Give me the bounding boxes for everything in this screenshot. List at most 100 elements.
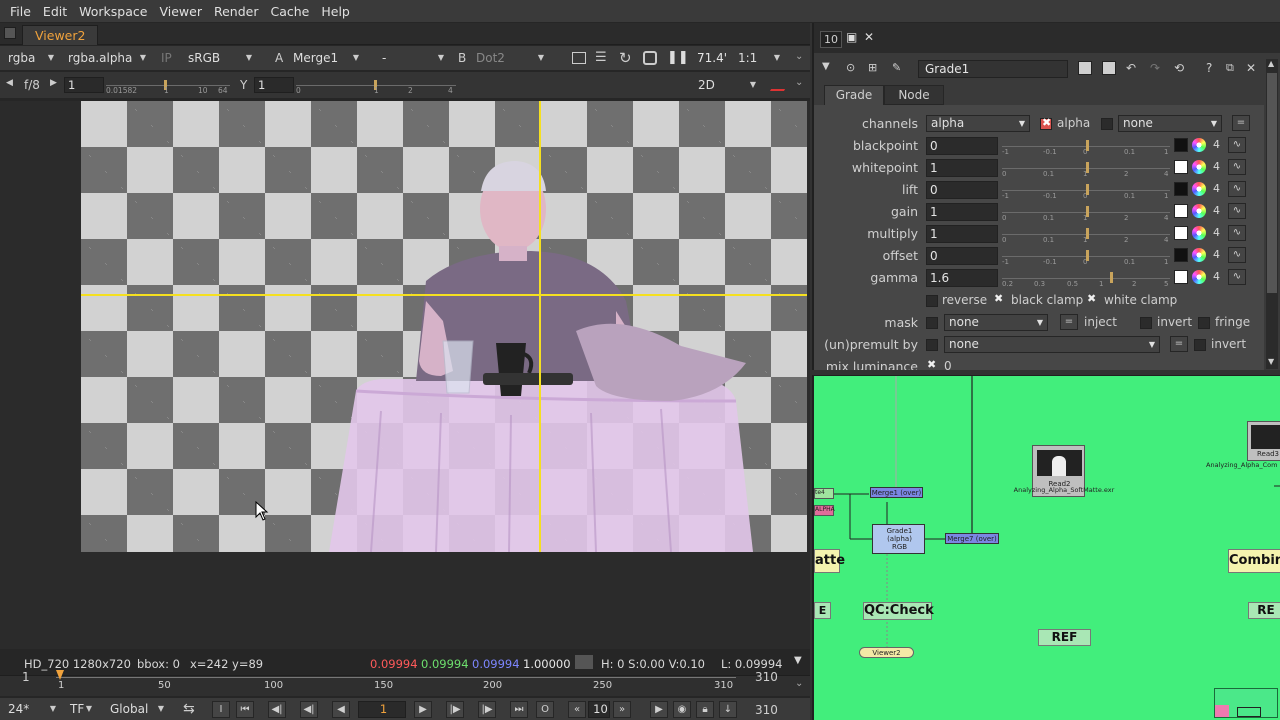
tab-grade[interactable]: Grade	[824, 85, 884, 105]
chevron-down-icon[interactable]: ⌄	[795, 678, 803, 689]
white-clamp-checkbox[interactable]	[1086, 292, 1098, 307]
flipbook-icon[interactable]: ▶	[650, 701, 668, 718]
whitepoint-color-wheel-icon[interactable]	[1192, 160, 1206, 174]
gain-color-wheel-icon[interactable]	[1192, 204, 1206, 218]
blackpoint-color-wheel-icon[interactable]	[1192, 138, 1206, 152]
grade1-node[interactable]: Grade1 (alpha) RGB	[872, 524, 925, 554]
prev-keyframe-icon[interactable]: ◀|	[268, 701, 286, 718]
viewer-canvas[interactable]	[0, 101, 810, 649]
offset-slider-knob[interactable]	[1086, 250, 1089, 261]
scroll-thumb[interactable]	[1267, 73, 1277, 293]
lift-color-wheel-icon[interactable]	[1192, 182, 1206, 196]
camera-icon[interactable]: ◉	[673, 701, 691, 718]
scroll-down-icon[interactable]: ▼	[1268, 357, 1274, 366]
roi-icon[interactable]	[572, 52, 586, 64]
gamma-channel-count[interactable]: 4	[1210, 270, 1223, 284]
menu-cache[interactable]: Cache	[264, 4, 315, 19]
black-clamp-checkbox[interactable]	[993, 292, 1005, 307]
info-dropdown-icon[interactable]: ▼	[794, 655, 802, 666]
b-input-dropdown[interactable]: Dot2 ▼	[470, 49, 548, 67]
center-node-icon[interactable]: ⊙	[846, 61, 855, 74]
skip-forward-icon[interactable]: »	[613, 701, 631, 718]
menu-help[interactable]: Help	[315, 4, 356, 19]
skip-back-icon[interactable]: «	[568, 701, 586, 718]
offset-curve-icon[interactable]: ∿	[1228, 247, 1246, 263]
ratio-dropdown[interactable]: 1:1 ▼	[732, 49, 784, 67]
help-icon[interactable]: ?	[1206, 61, 1212, 75]
multiply-field[interactable]: 1	[926, 225, 998, 243]
blackpoint-slider-knob[interactable]	[1086, 140, 1089, 151]
last-frame-icon[interactable]: ⏭	[510, 701, 528, 718]
menu-workspace[interactable]: Workspace	[73, 4, 153, 19]
gamma-color-wheel-icon[interactable]	[1192, 270, 1206, 284]
step-back-icon[interactable]: ◀|	[300, 701, 318, 718]
cache-icon[interactable]: ↓	[719, 701, 737, 718]
extra-channel-checkbox[interactable]	[1101, 118, 1113, 130]
whitepoint-curve-icon[interactable]: ∿	[1228, 159, 1246, 175]
whitepoint-slider[interactable]: 0 0.1 1 2 4	[1002, 159, 1170, 178]
clear-panels-icon[interactable]: ✕	[864, 30, 874, 44]
fringe-checkbox[interactable]	[1198, 317, 1210, 329]
offset-color-wheel-icon[interactable]	[1192, 248, 1206, 262]
gain-slider[interactable]: 0 0.1 1 2 4	[1002, 203, 1170, 222]
pause-icon[interactable]: ❚❚	[667, 50, 689, 65]
max-panels-field[interactable]: 10	[820, 31, 842, 48]
refresh-icon[interactable]: ↻	[619, 49, 632, 67]
whitepoint-channel-count[interactable]: 4	[1210, 160, 1223, 174]
multiply-slider[interactable]: 0 0.1 1 2 4	[1002, 225, 1170, 244]
view-mode-dropdown[interactable]: 2D ▼	[692, 76, 760, 94]
alpha-tag-node[interactable]: ALPHA	[814, 505, 835, 516]
gamma-field[interactable]: 1.6	[926, 269, 998, 287]
close-icon[interactable]: ✕	[1246, 61, 1256, 75]
mask-checkbox[interactable]	[926, 317, 938, 329]
step-forward-icon[interactable]: |▶	[446, 701, 464, 718]
equals-button[interactable]: =	[1232, 115, 1250, 131]
lift-slider-knob[interactable]	[1086, 184, 1089, 195]
fstop-label[interactable]: f/8	[24, 78, 40, 92]
gamma-color-swatch[interactable]	[1174, 270, 1188, 284]
colorspace-dropdown[interactable]: sRGB ▼	[182, 49, 256, 67]
unpremult-checkbox[interactable]	[926, 339, 938, 351]
gain-color-swatch[interactable]	[1174, 204, 1188, 218]
chevron-down-icon[interactable]: ⌄	[795, 51, 803, 62]
step-increment-field[interactable]: 10	[588, 701, 610, 718]
node-color-icon[interactable]	[1078, 61, 1092, 75]
fstop-left-arrow-icon[interactable]: ◀	[6, 78, 13, 88]
read3-node[interactable]: Read3	[1247, 421, 1280, 461]
timeline-ruler[interactable]: 1 50 100 150 200 250 310	[56, 670, 736, 691]
ref-left-node[interactable]: E	[814, 602, 831, 619]
gain-slider[interactable]: 0.01582 1 10 64	[106, 77, 230, 95]
zoom-value[interactable]: 71.4'	[697, 51, 727, 65]
loop-icon[interactable]: ⇆	[183, 701, 195, 717]
blackpoint-color-swatch[interactable]	[1174, 138, 1188, 152]
extra-channel-select[interactable]: none ▼	[1118, 115, 1222, 132]
ip-button[interactable]: IP	[161, 51, 172, 65]
whitepoint-slider-knob[interactable]	[1086, 162, 1089, 173]
revert-icon[interactable]: ⟲	[1174, 61, 1184, 75]
ref-node[interactable]: REF	[1038, 629, 1091, 646]
invert2-checkbox[interactable]	[1194, 339, 1206, 351]
offset-channel-count[interactable]: 4	[1210, 248, 1223, 262]
in-point-button[interactable]: I	[212, 701, 230, 718]
channels-select[interactable]: alpha ▼	[926, 115, 1030, 132]
gain-field[interactable]: 1	[64, 77, 104, 93]
timeline[interactable]: 1 1 50 100 150 200 250 310 310 ⌄	[0, 670, 810, 696]
blackpoint-slider[interactable]: -1 -0.1 0 0.1 1	[1002, 137, 1170, 156]
wrench-icon[interactable]: ✎	[892, 61, 901, 74]
mask-equals-button[interactable]: =	[1060, 314, 1078, 330]
scroll-up-icon[interactable]: ▲	[1268, 59, 1274, 68]
multiply-slider-knob[interactable]	[1086, 228, 1089, 239]
merge7-node[interactable]: Merge7 (over)	[945, 533, 999, 544]
gamma-slider[interactable]: 0 1 2 4	[296, 77, 456, 95]
collapse-icon[interactable]: ▼	[822, 61, 830, 72]
offset-field[interactable]: 0	[926, 247, 998, 265]
lift-color-swatch[interactable]	[1174, 182, 1188, 196]
tab-viewer2[interactable]: Viewer2	[22, 25, 99, 45]
whitepoint-color-swatch[interactable]	[1174, 160, 1188, 174]
gamma-slider[interactable]: 0.2 0.3 0.5 1 2 5	[1002, 269, 1170, 288]
gain-field[interactable]: 1	[926, 203, 998, 221]
mix-value[interactable]: 0	[944, 359, 952, 370]
play-forward-icon[interactable]: ▶	[414, 701, 432, 718]
unpremult-equals-button[interactable]: =	[1170, 336, 1188, 352]
gamma-slider-knob[interactable]	[1110, 272, 1113, 283]
